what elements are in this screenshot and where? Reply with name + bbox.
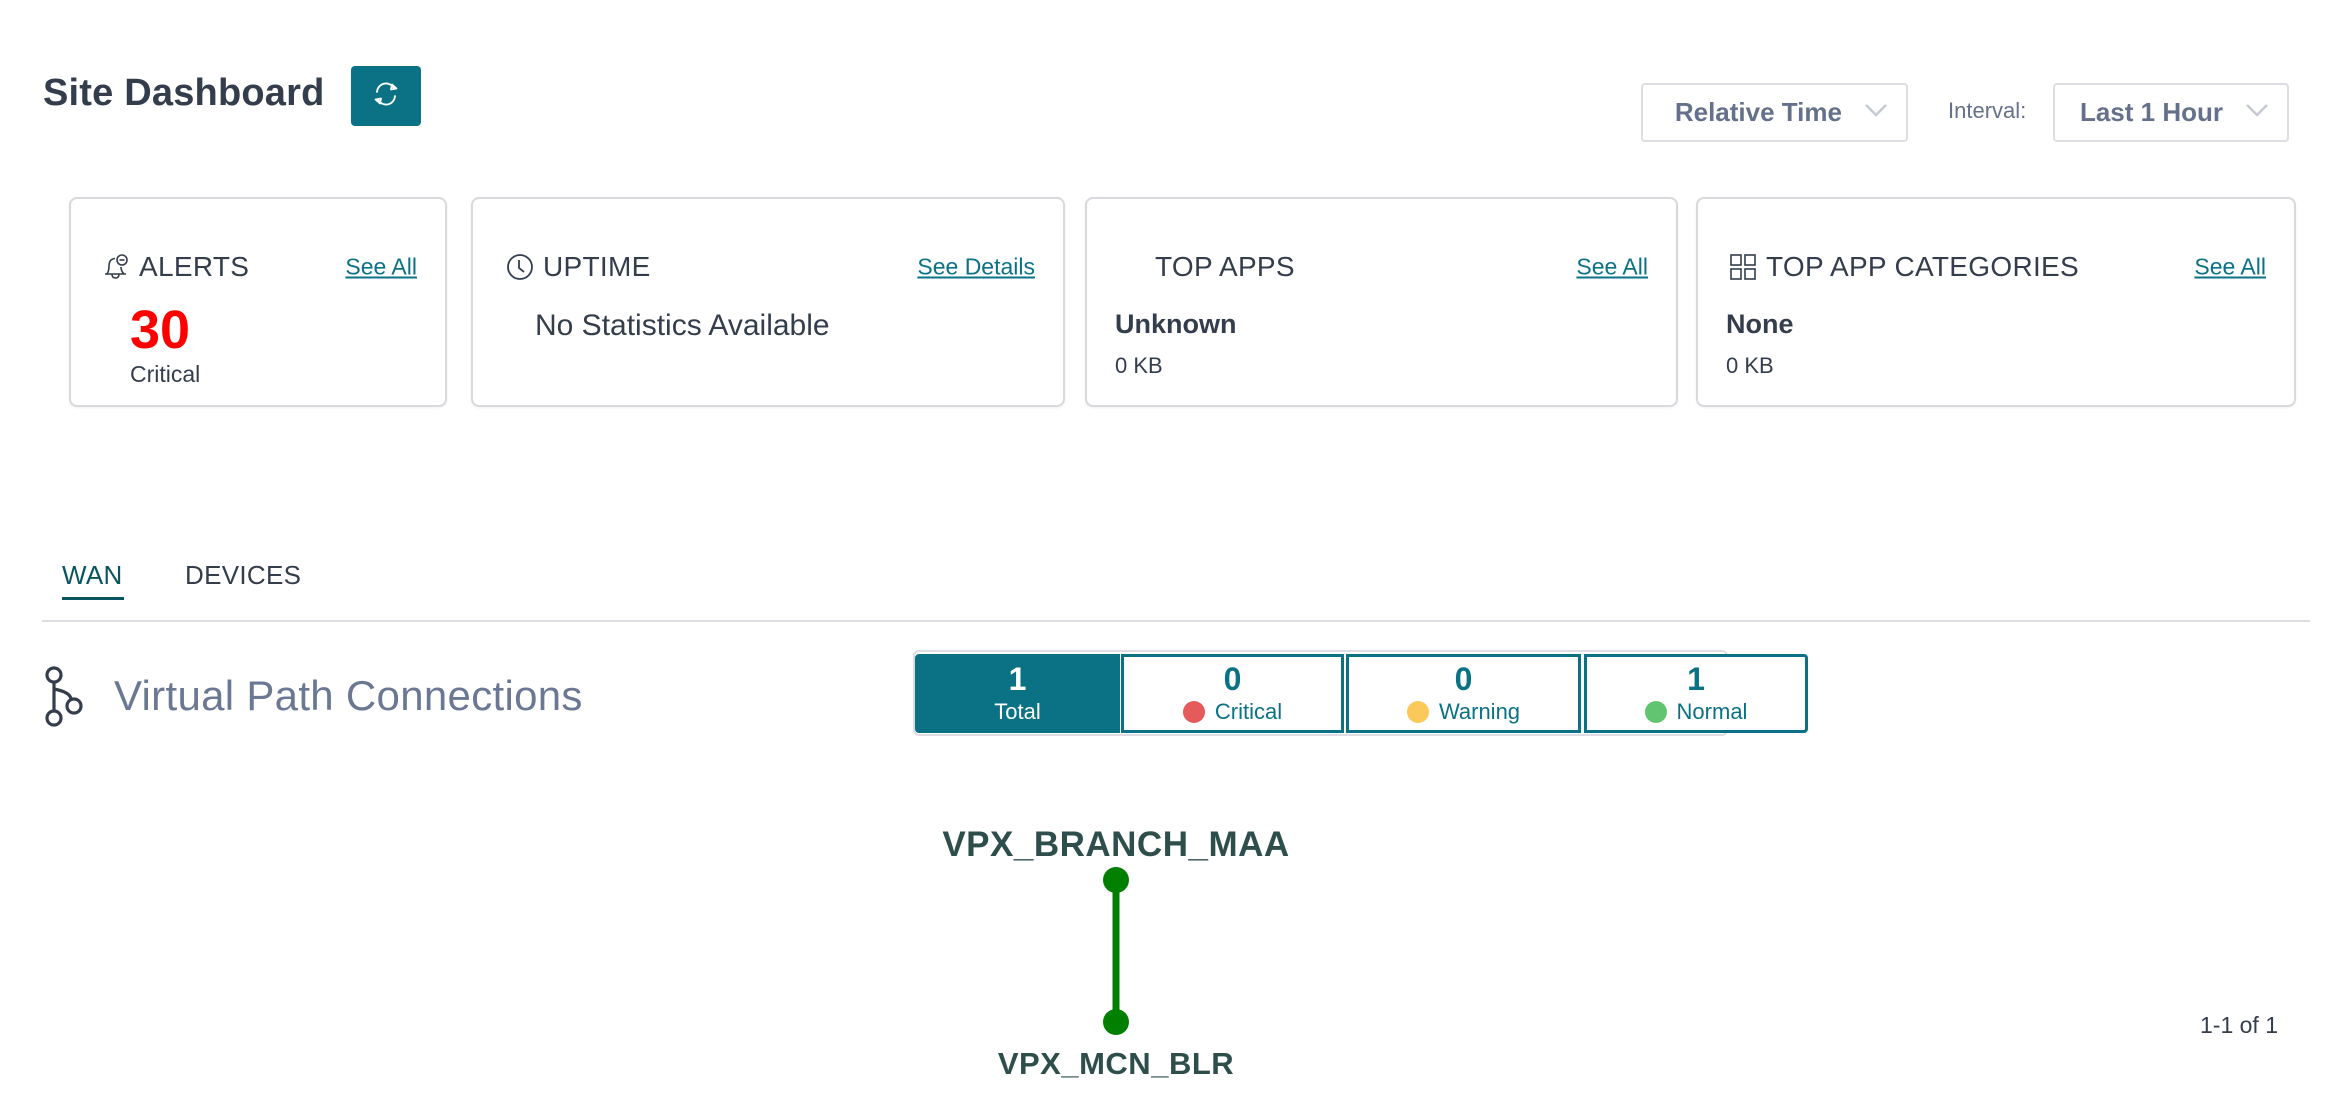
time-mode-dropdown[interactable]: Relative Time xyxy=(1641,83,1908,142)
top-apps-see-all-link[interactable]: See All xyxy=(1576,254,1648,281)
normal-label: Normal xyxy=(1676,698,1748,724)
top-app-categories-card: TOP APP CATEGORIES See All None 0 KB xyxy=(1696,197,2296,407)
normal-count: 1 xyxy=(1687,660,1705,697)
virtual-path-topology: VPX_BRANCH_MAA VPX_MCN_BLR xyxy=(942,825,1289,1081)
chevron-down-icon xyxy=(2245,103,2269,122)
warning-status-dot-icon xyxy=(1406,700,1429,723)
status-filter-warning[interactable]: 0 Warning xyxy=(1346,654,1581,733)
site-node[interactable] xyxy=(1103,867,1129,893)
tab-wan[interactable]: WAN xyxy=(62,560,123,591)
tab-divider xyxy=(42,620,2310,622)
top-category-name: None xyxy=(1726,309,1794,339)
alerts-see-all-link[interactable]: See All xyxy=(345,254,417,281)
pagination-summary: 1-1 of 1 xyxy=(2200,1012,2278,1038)
uptime-card: UPTIME See Details No Statistics Availab… xyxy=(471,197,1065,407)
clock-icon xyxy=(505,252,535,282)
interval-dropdown[interactable]: Last 1 Hour xyxy=(2053,83,2289,142)
warning-count: 0 xyxy=(1454,660,1473,697)
bell-alert-icon xyxy=(101,252,131,282)
site-node-label: VPX_BRANCH_MAA xyxy=(942,825,1289,864)
site-node[interactable] xyxy=(1103,1009,1129,1035)
alerts-severity-label: Critical xyxy=(130,361,201,387)
warning-label: Warning xyxy=(1438,698,1521,724)
total-count: 1 xyxy=(1008,660,1027,697)
page-title: Site Dashboard xyxy=(43,72,325,114)
normal-status-dot-icon xyxy=(1644,700,1667,723)
interval-value: Last 1 Hour xyxy=(2079,97,2223,127)
top-apps-card: TOP APPS See All Unknown 0 KB xyxy=(1085,197,1678,407)
alerts-critical-count[interactable]: 30 xyxy=(130,303,190,357)
interval-label: Interval: xyxy=(1948,98,2027,123)
total-label: Total xyxy=(994,698,1041,724)
site-node-label: VPX_MCN_BLR xyxy=(998,1046,1234,1081)
status-filter-total[interactable]: 1 Total xyxy=(915,654,1120,733)
top-app-usage: 0 KB xyxy=(1115,353,1163,378)
status-filter-normal[interactable]: 1 Normal xyxy=(1584,654,1808,733)
critical-count: 0 xyxy=(1223,660,1242,697)
active-tab-indicator xyxy=(62,597,124,600)
grid-icon xyxy=(1728,252,1758,282)
top-app-name: Unknown xyxy=(1115,309,1237,339)
alerts-card: ALERTS See All 30 Critical xyxy=(69,197,447,407)
time-mode-value: Relative Time xyxy=(1674,97,1842,127)
refresh-icon xyxy=(371,79,401,114)
top-app-categories-title: TOP APP CATEGORIES xyxy=(1766,251,2079,282)
chevron-down-icon xyxy=(1864,103,1888,122)
tab-devices[interactable]: DEVICES xyxy=(185,560,301,591)
top-app-categories-see-all-link[interactable]: See All xyxy=(2194,254,2266,281)
status-filter-critical[interactable]: 0 Critical xyxy=(1121,654,1344,733)
alerts-title: ALERTS xyxy=(139,251,250,282)
section-title: Virtual Path Connections xyxy=(114,672,583,719)
top-apps-title: TOP APPS xyxy=(1155,251,1295,282)
uptime-see-details-link[interactable]: See Details xyxy=(917,254,1035,281)
uptime-no-stats-message: No Statistics Available xyxy=(535,309,830,342)
branch-path-icon xyxy=(40,662,88,728)
critical-label: Critical xyxy=(1214,698,1283,724)
uptime-title: UPTIME xyxy=(543,251,651,282)
critical-status-dot-icon xyxy=(1182,700,1205,723)
top-category-usage: 0 KB xyxy=(1726,353,1774,378)
refresh-button[interactable] xyxy=(351,66,421,126)
